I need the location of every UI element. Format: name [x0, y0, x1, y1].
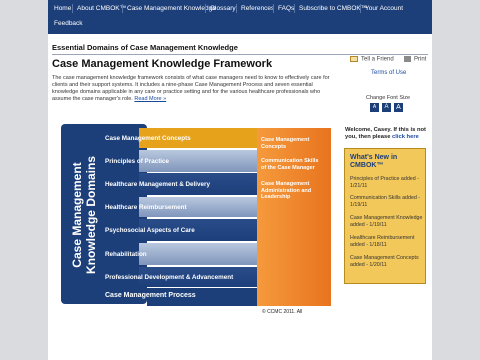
nav-faqs[interactable]: FAQs [278, 5, 294, 12]
domains-vertical-label: Case Management Knowledge Domains [58, 140, 110, 290]
terms-of-use-link[interactable]: Terms of Use [371, 70, 406, 76]
nav-glossary[interactable]: Glossary [210, 5, 236, 12]
domain-case-management-concepts[interactable]: Case Management Concepts [105, 135, 191, 142]
copyright-text: © CCMC 2011. All [262, 309, 303, 315]
printer-icon [404, 56, 411, 62]
domain-healthcare-management[interactable]: Healthcare Management & Delivery [105, 181, 210, 188]
font-size-large-button[interactable]: A [394, 103, 403, 112]
top-navigation: Home About CMBOK™ Case Management Knowle… [48, 0, 432, 34]
nav-separator [72, 4, 73, 13]
case-management-process-label[interactable]: Case Management Process [105, 292, 196, 299]
page-description: The case management knowledge framework … [52, 75, 332, 103]
nav-home[interactable]: Home [54, 5, 71, 12]
nav-separator [360, 4, 361, 13]
vertical-label-line2: Knowledge Domains [84, 156, 98, 275]
divider [52, 54, 428, 55]
tell-a-friend-link[interactable]: Tell a Friend [350, 56, 394, 63]
news-item[interactable]: Case Management Knowledge added - 1/19/1… [350, 215, 424, 228]
orange-panel [257, 128, 331, 306]
domain-rehabilitation[interactable]: Rehabilitation [105, 251, 147, 258]
nav-separator [273, 4, 274, 13]
news-item[interactable]: Case Management Concepts added - 1/20/11 [350, 255, 424, 268]
nav-separator [122, 4, 123, 13]
domain-professional-development[interactable]: Professional Development & Advancement [105, 274, 233, 281]
whats-new-box: What's New in CMBOK™ Principles of Pract… [344, 148, 426, 284]
tell-a-friend-label: Tell a Friend [361, 56, 394, 63]
envelope-icon [350, 56, 358, 62]
news-item[interactable]: Principles of Practice added - 1/21/11 [350, 176, 424, 189]
nav-case-management-knowledge[interactable]: Case Management Knowledge [127, 5, 216, 12]
orange-item-concepts[interactable]: Case Management Concepts [261, 137, 319, 150]
nav-your-account[interactable]: Your Account [365, 5, 403, 12]
breadcrumb: Essential Domains of Case Management Kno… [52, 43, 238, 52]
whats-new-title: What's New in CMBOK™ [350, 154, 398, 169]
domain-healthcare-reimbursement[interactable]: Healthcare Reimbursement [105, 204, 187, 211]
nav-references[interactable]: References [241, 5, 274, 12]
orange-item-administration[interactable]: Case Management Administration and Leade… [261, 181, 321, 201]
font-size-medium-button[interactable]: A [382, 103, 391, 112]
domain-principles-of-practice[interactable]: Principles of Practice [105, 158, 169, 165]
nav-separator [236, 4, 237, 13]
page-title: Case Management Knowledge Framework [52, 58, 273, 70]
news-item[interactable]: Communication Skills added - 1/19/11 [350, 195, 424, 208]
vertical-label-line1: Case Management [70, 162, 84, 268]
read-more-link[interactable]: Read More » [134, 96, 166, 102]
page: Home About CMBOK™ Case Management Knowle… [48, 0, 432, 360]
news-item[interactable]: Healthcare Reimbursement added - 1/18/11 [350, 235, 424, 248]
print-label: Print [414, 56, 427, 63]
welcome-message: Welcome, Casey. If this is not you, then… [345, 127, 427, 141]
nav-about[interactable]: About CMBOK™ [77, 5, 126, 12]
nav-feedback[interactable]: Feedback [54, 20, 83, 27]
change-font-size-label: Change Font Size [366, 95, 411, 101]
domains-vertical-text: Case Management Knowledge Domains [58, 140, 110, 290]
description-text: The case management knowledge framework … [52, 75, 330, 102]
nav-separator [294, 4, 295, 13]
click-here-link[interactable]: click here [392, 134, 419, 140]
domain-psychosocial-aspects[interactable]: Psychosocial Aspects of Care [105, 227, 195, 234]
nav-separator [205, 4, 206, 13]
print-link[interactable]: Print [404, 56, 426, 63]
nav-subscribe[interactable]: Subscribe to CMBOK™ [299, 5, 367, 12]
font-size-small-button[interactable]: A [370, 103, 379, 112]
orange-item-communication[interactable]: Communication Skills of the Case Manager [261, 158, 325, 171]
